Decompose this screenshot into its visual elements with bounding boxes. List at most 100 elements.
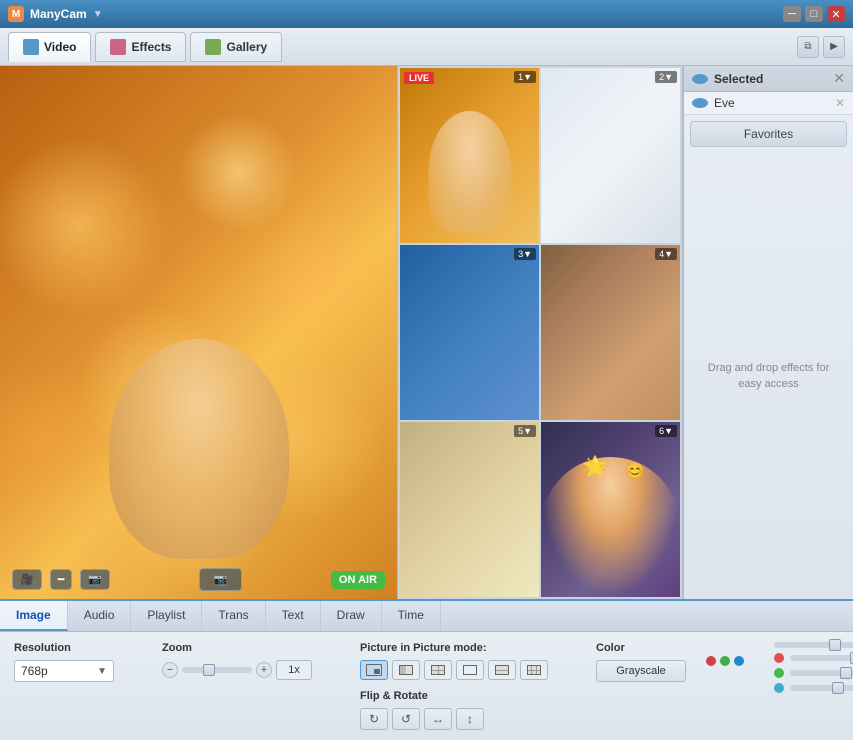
cell-num-1: 1▼ bbox=[514, 71, 536, 83]
resolution-section: Resolution 768p ▼ bbox=[14, 642, 114, 682]
camera-icon: 🎥 bbox=[20, 573, 34, 586]
btab-text[interactable]: Text bbox=[266, 601, 321, 631]
tab-effects[interactable]: Effects bbox=[95, 32, 186, 62]
tab-gallery[interactable]: Gallery bbox=[190, 32, 282, 62]
rotate-cw-button[interactable]: ↻ bbox=[360, 708, 388, 730]
pip-btn-2[interactable] bbox=[392, 660, 420, 680]
maximize-button[interactable]: □ bbox=[805, 6, 823, 22]
pip-q4 bbox=[439, 671, 445, 675]
pip-layout-5 bbox=[495, 665, 509, 675]
btab-draw[interactable]: Draw bbox=[321, 601, 382, 631]
grayscale-button[interactable]: Grayscale bbox=[596, 660, 686, 682]
selected-close-button[interactable]: ✕ bbox=[833, 70, 845, 87]
main-video-preview: 🎥 ━ 📷 📷 ON AIR bbox=[0, 66, 397, 599]
camera-button[interactable]: 🎥 bbox=[12, 569, 42, 590]
pip-c1 bbox=[528, 666, 531, 670]
snapshot-button[interactable]: 📷 bbox=[199, 568, 243, 591]
grid-cell-5[interactable]: 5▼ bbox=[400, 422, 539, 597]
dot-green bbox=[720, 656, 730, 666]
selected-item-close-button[interactable]: ✕ bbox=[835, 96, 845, 110]
restore-button[interactable]: ⧉ bbox=[797, 36, 819, 58]
selected-panel: Selected ✕ Eve ✕ Favorites Drag and drop… bbox=[683, 66, 853, 599]
grid-cell-3[interactable]: 3▼ bbox=[400, 245, 539, 420]
pip-row2 bbox=[496, 671, 508, 675]
dot-red-slider bbox=[774, 653, 784, 663]
toolbar-right-buttons: ⧉ ▶ bbox=[797, 36, 845, 58]
close-button[interactable]: ✕ bbox=[827, 6, 845, 22]
color-section: Color Grayscale bbox=[596, 642, 686, 682]
pip-btn-6[interactable] bbox=[520, 660, 548, 680]
flip-label: Flip & Rotate bbox=[360, 690, 548, 702]
settings-panel: Resolution 768p ▼ Zoom − + 1x Picture in… bbox=[0, 632, 853, 740]
video-source-button[interactable]: ━ bbox=[50, 569, 73, 590]
color-top-dots bbox=[706, 656, 744, 668]
btab-trans[interactable]: Trans bbox=[202, 601, 265, 631]
flip-h-button[interactable]: ↔ bbox=[424, 708, 452, 730]
favorites-button[interactable]: Favorites bbox=[690, 121, 847, 147]
zoom-slider-thumb[interactable] bbox=[203, 664, 215, 676]
btab-playlist[interactable]: Playlist bbox=[131, 601, 202, 631]
selected-item-eve: Eve ✕ bbox=[684, 92, 853, 115]
color-slider-row-1 bbox=[774, 642, 853, 648]
app-icon: M bbox=[8, 6, 24, 22]
btab-audio[interactable]: Audio bbox=[68, 601, 132, 631]
photo-icon: 📷 bbox=[88, 573, 102, 586]
grid-cell-6[interactable]: 🌟 😊 6▼ bbox=[541, 422, 680, 597]
live-badge: LIVE bbox=[404, 72, 434, 84]
grid-cell-4[interactable]: 4▼ bbox=[541, 245, 680, 420]
pip-icon-1 bbox=[366, 664, 382, 676]
titlebar-controls[interactable]: ─ □ ✕ bbox=[783, 6, 845, 22]
color-slider-track-4 bbox=[790, 685, 853, 691]
effects-tab-icon bbox=[110, 39, 126, 55]
flip-v-button[interactable]: ↕ bbox=[456, 708, 484, 730]
selected-label: Selected bbox=[714, 72, 827, 86]
color-slider-track-2 bbox=[790, 655, 853, 661]
titlebar: M ManyCam ▼ ─ □ ✕ bbox=[0, 0, 853, 28]
pip-c3 bbox=[537, 666, 540, 670]
color-slider-row-3 bbox=[774, 668, 853, 678]
pip-right bbox=[407, 666, 413, 674]
zoom-plus-button[interactable]: + bbox=[256, 662, 272, 678]
title-dropdown[interactable]: ▼ bbox=[93, 9, 103, 20]
color-slider-track-3 bbox=[790, 670, 853, 676]
btab-time[interactable]: Time bbox=[382, 601, 441, 631]
video-controls: 🎥 ━ 📷 📷 ON AIR bbox=[0, 568, 397, 591]
color-label: Color bbox=[596, 642, 686, 654]
zoom-minus-button[interactable]: − bbox=[162, 662, 178, 678]
grid-cell-2[interactable]: 2▼ bbox=[541, 68, 680, 243]
color-slider-track-1 bbox=[774, 642, 853, 648]
cell-num-2: 2▼ bbox=[655, 71, 677, 83]
cell-num-6: 6▼ bbox=[655, 425, 677, 437]
color-slider-thumb-1[interactable] bbox=[829, 639, 841, 651]
eye-icon bbox=[692, 74, 708, 84]
pip-btn-1[interactable] bbox=[360, 660, 388, 680]
app-title: ManyCam bbox=[30, 7, 87, 21]
color-slider-thumb-4[interactable] bbox=[832, 682, 844, 694]
minimize-button[interactable]: ─ bbox=[783, 6, 801, 22]
resolution-select[interactable]: 768p ▼ bbox=[14, 660, 114, 682]
zoom-display: 1x bbox=[276, 660, 312, 680]
pip-btn-3[interactable] bbox=[424, 660, 452, 680]
selected-item-eye-icon bbox=[692, 98, 708, 108]
color-slider-thumb-3[interactable] bbox=[840, 667, 852, 679]
video-person bbox=[109, 339, 289, 559]
gallery-tab-icon bbox=[205, 39, 221, 55]
snapshot-icon-btn[interactable]: 📷 bbox=[80, 569, 110, 590]
top-color-dots-row bbox=[706, 656, 744, 666]
video-tab-icon bbox=[23, 39, 39, 55]
pip-layout-6 bbox=[527, 665, 541, 675]
pip-c6 bbox=[537, 671, 540, 675]
titlebar-left: M ManyCam ▼ bbox=[8, 6, 103, 22]
tab-video[interactable]: Video bbox=[8, 32, 91, 62]
arrow-button[interactable]: ▶ bbox=[823, 36, 845, 58]
grid-cell-1[interactable]: LIVE 1▼ bbox=[400, 68, 539, 243]
bottom-tabs-bar: Image Audio Playlist Trans Text Draw Tim… bbox=[0, 599, 853, 632]
zoom-slider-track bbox=[182, 667, 252, 673]
zoom-value: 1x bbox=[288, 664, 300, 676]
rotate-ccw-button[interactable]: ↺ bbox=[392, 708, 420, 730]
pip-btn-5[interactable] bbox=[488, 660, 516, 680]
grid-bg-5 bbox=[400, 422, 539, 597]
pip-layout-3 bbox=[431, 665, 445, 675]
pip-btn-4[interactable] bbox=[456, 660, 484, 680]
btab-image[interactable]: Image bbox=[0, 601, 68, 631]
